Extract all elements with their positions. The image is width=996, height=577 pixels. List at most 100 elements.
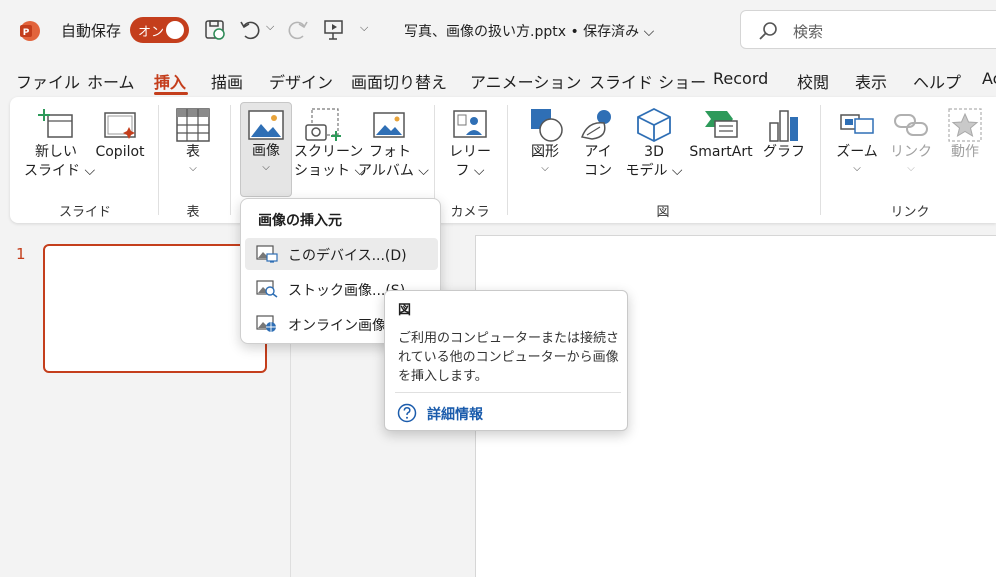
tab-transitions[interactable]: 画面切り替え xyxy=(351,69,447,93)
group-label-camera: カメラ xyxy=(450,205,490,220)
group-label-illustrations: 図 xyxy=(656,205,670,220)
autosave-toggle[interactable]: オン xyxy=(130,17,189,43)
shapes-label: 図形 xyxy=(531,144,559,160)
screenshot-icon xyxy=(305,108,341,141)
screenshot-button[interactable]: スクリーン ショット ⌵ xyxy=(294,107,365,181)
tab-view[interactable]: 表示 xyxy=(855,69,887,93)
tab-draw[interactable]: 描画 xyxy=(211,69,243,93)
smartart-label: SmartArt xyxy=(689,144,753,160)
image-button[interactable]: 画像 ⌵ xyxy=(240,102,292,197)
ribbon-separator xyxy=(158,105,159,215)
3d-models-button[interactable]: 3D モデル ⌵ xyxy=(624,107,684,181)
autosave-state: オン xyxy=(138,25,165,40)
save-icon[interactable] xyxy=(203,18,227,42)
menu-item-this-device[interactable]: このデバイス...(D) xyxy=(245,238,438,270)
icons-label-2: コン xyxy=(584,163,612,179)
search-box[interactable]: 検索 xyxy=(740,10,996,49)
cameo-icon xyxy=(453,110,487,138)
group-label-links: リンク xyxy=(890,205,930,220)
active-tab-indicator xyxy=(154,92,188,95)
image-dropdown-chevron: ⌵ xyxy=(262,162,270,173)
action-label: 動作 xyxy=(951,144,979,160)
image-icon xyxy=(248,110,284,140)
tab-addins[interactable]: Ac xyxy=(982,69,996,88)
photo-album-icon xyxy=(373,112,405,138)
icons-button[interactable]: アイ コン xyxy=(576,107,620,181)
cube-icon xyxy=(637,107,671,143)
search-icon xyxy=(759,22,777,40)
toggle-knob xyxy=(166,21,184,39)
chart-label: グラフ xyxy=(763,144,805,160)
new-slide-label-2: スライド ⌵ xyxy=(24,163,96,179)
tooltip-more-info-link[interactable]: 詳細情報 xyxy=(427,404,483,424)
redo-icon xyxy=(288,21,308,40)
ribbon: 新しい スライド ⌵ Copilot 表 ⌵ 画像 ⌵ スクリーン ショット ⌵… xyxy=(10,97,996,223)
photo-album-button[interactable]: フォト アルバム ⌵ xyxy=(358,107,429,181)
present-icon[interactable] xyxy=(322,18,346,42)
tab-slideshow[interactable]: スライド ショー xyxy=(589,69,706,93)
search-placeholder: 検索 xyxy=(793,23,824,41)
zoom-button[interactable]: ズーム ⌵ xyxy=(832,107,882,176)
table-dropdown-chevron: ⌵ xyxy=(189,163,197,174)
star-icon xyxy=(948,108,982,142)
undo-icon[interactable] xyxy=(238,18,262,42)
3d-models-label: 3D xyxy=(644,144,664,160)
tooltip-divider xyxy=(395,392,621,393)
title-bar: P 自動保存 オン ⌵ ⌵ 写真、画像の扱い方.pptx • 保存済み ⌵ 検索 xyxy=(0,0,996,60)
photo-album-label-2: アルバム ⌵ xyxy=(358,163,429,179)
action-button: 動作 xyxy=(940,107,990,162)
chart-button[interactable]: グラフ xyxy=(762,107,806,162)
shapes-icon xyxy=(531,109,563,142)
tab-file[interactable]: ファイル xyxy=(16,69,80,93)
device-image-icon xyxy=(256,245,278,263)
table-icon xyxy=(176,108,210,142)
tab-review[interactable]: 校閲 xyxy=(797,69,829,93)
shapes-dropdown-chevron: ⌵ xyxy=(541,163,549,174)
customize-toolbar-chevron[interactable]: ⌵ xyxy=(360,21,368,35)
screenshot-label: スクリーン xyxy=(294,144,364,160)
ribbon-separator xyxy=(507,105,508,215)
table-button[interactable]: 表 ⌵ xyxy=(166,107,220,176)
tab-record[interactable]: Record xyxy=(713,69,768,88)
tab-design[interactable]: デザイン xyxy=(269,69,333,93)
new-slide-icon xyxy=(38,109,73,138)
copilot-button[interactable]: Copilot xyxy=(90,107,150,162)
autosave-label: 自動保存 xyxy=(61,22,122,40)
new-slide-label: 新しい xyxy=(35,144,77,160)
new-slide-button[interactable]: 新しい スライド ⌵ xyxy=(24,107,96,181)
tab-animations[interactable]: アニメーション xyxy=(470,69,581,93)
svg-text:P: P xyxy=(23,28,30,38)
copilot-icon xyxy=(104,112,136,139)
photo-album-label: フォト xyxy=(369,144,411,160)
cameo-label: レリー xyxy=(449,144,491,160)
cameo-label-2: フ ⌵ xyxy=(455,163,485,179)
smartart-button[interactable]: SmartArt xyxy=(686,107,756,162)
cameo-button[interactable]: レリー フ ⌵ xyxy=(442,107,498,181)
help-icon[interactable] xyxy=(397,403,417,423)
icons-label: アイ xyxy=(584,144,612,160)
ribbon-separator xyxy=(230,105,231,215)
tooltip-title: 図 xyxy=(398,303,412,318)
tooltip-body: ご利用のコンピューターまたは接続されている他のコンピューターから画像を挿入します… xyxy=(398,331,620,384)
menu-header: 画像の挿入元 xyxy=(258,213,342,229)
stock-image-icon xyxy=(256,280,278,298)
chart-icon xyxy=(769,110,798,142)
shapes-button[interactable]: 図形 ⌵ xyxy=(518,107,572,176)
link-label: リンク xyxy=(890,144,932,160)
undo-dropdown-chevron[interactable]: ⌵ xyxy=(266,20,274,34)
tab-help[interactable]: ヘルプ xyxy=(913,69,961,93)
link-dropdown-chevron: ⌵ xyxy=(907,163,915,174)
3d-models-label-2: モデル ⌵ xyxy=(625,163,683,179)
image-label: 画像 xyxy=(252,143,280,159)
slide-thumbnail[interactable] xyxy=(43,244,267,373)
ribbon-separator xyxy=(820,105,821,215)
powerpoint-logo-icon: P xyxy=(20,21,40,41)
link-icon xyxy=(894,114,928,136)
document-title[interactable]: 写真、画像の扱い方.pptx • 保存済み ⌵ xyxy=(404,21,654,41)
zoom-dropdown-chevron: ⌵ xyxy=(853,163,861,174)
table-label: 表 xyxy=(186,144,200,160)
tab-insert[interactable]: 挿入 xyxy=(154,69,186,93)
tab-home[interactable]: ホーム xyxy=(87,69,135,93)
slide-number: 1 xyxy=(16,245,26,263)
zoom-label: ズーム xyxy=(836,144,878,160)
